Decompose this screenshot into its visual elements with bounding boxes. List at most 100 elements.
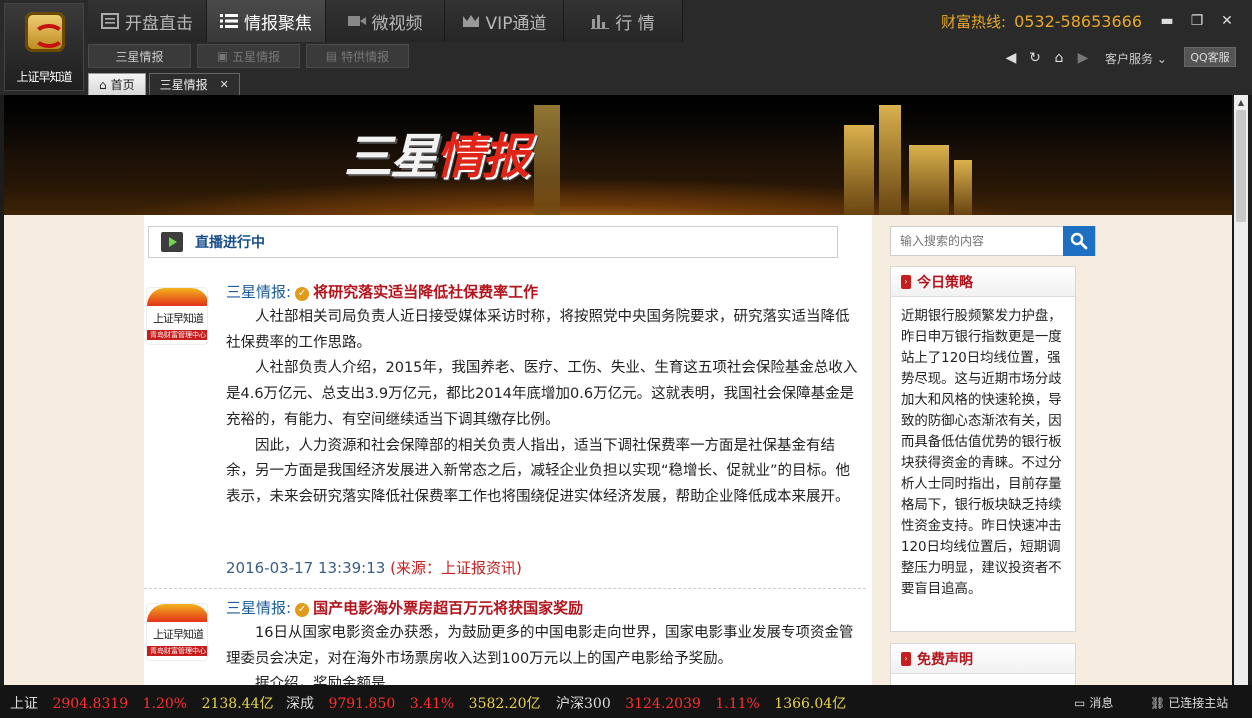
ticker-name: 沪深300 [556, 696, 611, 712]
bar-chart-icon [591, 15, 610, 29]
home-icon[interactable]: ⌂ [1051, 50, 1067, 66]
messages-label: 消息 [1089, 696, 1114, 710]
sub-tab-three-star[interactable]: 三星情报 [88, 44, 191, 68]
ticker-change: 3.41% [409, 696, 455, 712]
ticker-change: 1.20% [142, 696, 188, 712]
nav-tab-market[interactable]: 行 情 [564, 0, 683, 42]
restore-icon[interactable]: ❐ [1188, 12, 1206, 30]
news-item: 上证早知道 青岛财富管理中心 三星情报: ✓ 将研究落实适当降低社保费率工作 人社部… [144, 277, 872, 589]
doc-tab-label: 首页 [110, 78, 135, 92]
back-arrow-icon[interactable]: ◀ [1003, 50, 1019, 66]
banner-skyline [844, 125, 874, 215]
hotline-label: 财富热线: [941, 13, 1007, 31]
banner-skyline [909, 145, 949, 215]
doc-tab-home[interactable]: ⌂ 首页 [88, 73, 146, 95]
messages-button[interactable]: ▭ 消息 [1074, 694, 1113, 711]
live-header: 直播进行中 [148, 226, 838, 258]
nav-tab-label: 开盘直击 [125, 13, 193, 34]
news-timestamp: 2016-03-17 13:39:13 [226, 559, 386, 577]
close-tab-icon[interactable]: ✕ [220, 78, 229, 91]
avatar-text: 上证早知道 [153, 628, 204, 641]
title-bar: 上证早知道 开盘直击 情报聚焦 微视频 VIP通道 行 情 财富热线: 0532-… [0, 0, 1252, 95]
sub-tab-special[interactable]: ▤ 特供情报 [306, 44, 409, 68]
news-paragraph: 16日从国家电影资金办获悉，为鼓励更多的中国电影走向世界，国家电影事业发展专项资… [226, 625, 854, 667]
nav-tab-label: 情报聚焦 [244, 13, 312, 34]
live-title: 直播进行中 [195, 235, 265, 251]
minimize-icon[interactable]: ▬ [1158, 12, 1176, 30]
avatar-subtext: 青岛财富管理中心 [147, 646, 207, 656]
avatar-text: 上证早知道 [153, 312, 204, 325]
link-icon: ⛓ [1150, 695, 1166, 710]
scrollbar-thumb[interactable] [1236, 110, 1246, 222]
connection-status: ⛓ 已连接主站 [1150, 694, 1228, 711]
connection-label: 已连接主站 [1168, 696, 1229, 710]
news-body: 16日从国家电影资金办获悉，为鼓励更多的中国电影走向世界，国家电影事业发展专项资… [226, 621, 858, 685]
sub-tab-five-star[interactable]: ▣ 五星情报 [197, 44, 300, 68]
customer-service-menu[interactable]: 客户服务 ⌄ [1105, 50, 1167, 67]
ticker-item-shenzhen[interactable]: 深成 9791.850 3.41% 3582.20亿 [286, 693, 541, 713]
ticker-change: 1.11% [715, 696, 760, 712]
news-origin: (来源：上证报资讯) [390, 559, 522, 577]
hotline: 财富热线: 0532-58653666 [941, 11, 1142, 32]
source-avatar: 上证早知道 青岛财富管理中心 [146, 287, 208, 345]
verified-badge-icon: ✓ [295, 603, 310, 617]
chevron-down-icon: ⌄ [1156, 51, 1167, 66]
avatar-sun-icon [147, 604, 207, 622]
close-icon[interactable]: ✕ [1218, 12, 1236, 30]
strategy-header: › 今日策略 [891, 267, 1075, 297]
banner-skyline [954, 160, 972, 215]
forward-arrow-icon[interactable]: ▶ [1075, 50, 1091, 66]
news-source-label: 三星情报: [226, 599, 292, 617]
nav-tab-open-market[interactable]: 开盘直击 [88, 0, 207, 42]
sub-nav: 三星情报 ▣ 五星情报 ▤ 特供情报 [88, 44, 409, 70]
avatar-sun-icon [147, 288, 207, 306]
ticker-volume: 1366.04亿 [774, 696, 847, 712]
news-item: 上证早知道 青岛财富管理中心 三星情报: ✓ 国产电影海外票房超百万元将获国家奖励 … [144, 593, 872, 685]
divider [144, 588, 866, 589]
main-nav: 开盘直击 情报聚焦 微视频 VIP通道 行 情 [88, 0, 683, 42]
tv-play-icon [161, 232, 183, 252]
sub-tab-label: 特供情报 [341, 49, 390, 64]
ticker-value: 3124.2039 [625, 696, 701, 712]
nav-tab-micro-video[interactable]: 微视频 [326, 0, 445, 42]
ticker-volume: 3582.20亿 [468, 696, 541, 712]
article-column: 直播进行中 上证早知道 青岛财富管理中心 三星情报: ✓ 将研究落实适当降低社保费率… [144, 215, 872, 685]
qq-service-button[interactable]: QQ客服 [1184, 47, 1236, 67]
refresh-icon[interactable]: ↻ [1027, 50, 1043, 66]
document-tabs: ⌂ 首页 三星情报 ✕ [88, 73, 240, 95]
stack-icon: ▤ [325, 49, 338, 63]
home-icon: ⌂ [99, 77, 107, 92]
disclaimer-title: 免费声明 [917, 651, 973, 668]
app-logo: 上证早知道 [4, 3, 84, 91]
sub-tab-label: 五星情报 [232, 49, 281, 64]
nav-tab-intel-focus[interactable]: 情报聚焦 [207, 0, 326, 42]
toolbar: ◀ ↻ ⌂ ▶ 客户服务 ⌄ [1003, 48, 1167, 68]
ticker-item-csi300[interactable]: 沪深300 3124.2039 1.11% 1366.04亿 [556, 693, 846, 713]
news-title[interactable]: 三星情报: ✓ 将研究落实适当降低社保费率工作 [226, 281, 538, 302]
bookmark-icon: › [901, 274, 911, 289]
doc-tab-label: 三星情报 [159, 78, 208, 92]
disclaimer-header[interactable]: › 免费声明 [891, 644, 1075, 674]
search-button[interactable] [1063, 226, 1095, 256]
news-paragraph: 人社部相关司局负责人近日接受媒体采访时称，将按照党中央国务院要求，研究落实适当降… [226, 309, 850, 351]
logo-mark-icon [25, 12, 65, 52]
disclaimer-panel: › 免费声明 [890, 643, 1076, 685]
ticker-value: 9791.850 [328, 696, 396, 712]
ticker-item-shanghai[interactable]: 上证 2904.8319 1.20% 2138.44亿 [10, 693, 273, 713]
news-title[interactable]: 三星情报: ✓ 国产电影海外票房超百万元将获国家奖励 [226, 597, 583, 618]
search-input[interactable] [891, 227, 1063, 255]
list-icon [101, 13, 119, 29]
ticker-volume: 2138.44亿 [201, 696, 274, 712]
scroll-up-icon[interactable]: ▲ [1234, 95, 1248, 109]
sub-tab-label: 三星情报 [115, 49, 164, 64]
chat-icon: ▭ [1074, 695, 1086, 710]
banner-skyline [879, 105, 901, 215]
logo-brand-text: 上证早知道 [16, 70, 72, 84]
verified-badge-icon: ✓ [295, 287, 310, 301]
doc-tab-three-star[interactable]: 三星情报 ✕ [148, 73, 240, 95]
avatar-subtext: 青岛财富管理中心 [147, 330, 207, 340]
customer-service-label: 客户服务 [1105, 51, 1154, 66]
nav-tab-label: 微视频 [371, 13, 423, 34]
banner-skyline [534, 105, 560, 215]
nav-tab-vip[interactable]: VIP通道 [445, 0, 564, 42]
